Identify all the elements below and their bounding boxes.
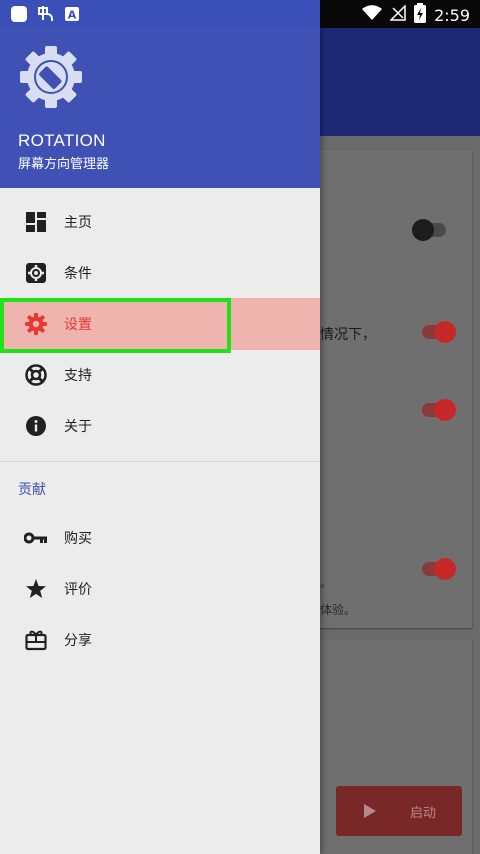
background-switch-on-3 <box>422 558 456 580</box>
gift-share-icon <box>24 628 48 652</box>
background-text-experience: 体验。 <box>320 603 357 617</box>
lifebuoy-icon <box>24 363 48 387</box>
nav-item-label: 设置 <box>64 317 92 333</box>
info-icon <box>24 414 48 438</box>
wifi-icon <box>362 5 383 25</box>
background-text-condition: 情况下， <box>320 327 376 343</box>
navigation-drawer: ROTATION 屏幕方向管理器 主页 条件 设置 支持 关于 贡献 购买 评价… <box>0 0 320 854</box>
background-start-button: 启动 <box>336 786 462 836</box>
nav-item-settings[interactable]: 设置 <box>0 298 320 350</box>
svg-text:A: A <box>68 9 77 22</box>
nav-item-about[interactable]: 关于 <box>0 400 320 452</box>
background-switch-on-2 <box>422 399 456 421</box>
nav-item-buy[interactable]: 购买 <box>0 512 320 564</box>
app-square-icon <box>10 5 28 27</box>
nav-item-label: 主页 <box>64 215 92 231</box>
dashboard-icon <box>24 210 48 234</box>
nav-item-label: 购买 <box>64 531 92 547</box>
section-title-contribute: 贡献 <box>18 482 46 498</box>
rotation-logo-icon <box>18 44 84 110</box>
background-settings-card <box>320 150 472 628</box>
background-app-bar <box>320 28 480 136</box>
app-subtitle: 屏幕方向管理器 <box>18 157 110 172</box>
start-button-label: 启动 <box>410 805 437 821</box>
nav-item-rate[interactable]: 评价 <box>0 563 320 615</box>
status-time: 2:59 <box>434 5 470 25</box>
drawer-divider <box>0 461 320 462</box>
nav-item-home[interactable]: 主页 <box>0 196 320 248</box>
bug-notification-icon <box>36 4 56 28</box>
background-text-period: 。 <box>320 576 333 590</box>
app-title: ROTATION <box>18 131 106 150</box>
nav-item-label: 条件 <box>64 266 92 282</box>
conditions-gear-icon <box>24 261 48 285</box>
background-switch-on-1 <box>422 321 456 343</box>
key-icon <box>24 526 48 550</box>
nav-item-share[interactable]: 分享 <box>0 614 320 666</box>
nav-item-support[interactable]: 支持 <box>0 349 320 401</box>
battery-charging-icon <box>414 3 427 27</box>
nav-item-label: 分享 <box>64 633 92 649</box>
nav-item-label: 支持 <box>64 368 92 384</box>
nav-item-label: 评价 <box>64 582 92 598</box>
nav-item-label: 关于 <box>64 419 92 435</box>
no-signal-icon <box>389 4 406 25</box>
settings-gear-icon <box>24 312 48 336</box>
nav-item-conditions[interactable]: 条件 <box>0 247 320 299</box>
star-icon <box>24 577 48 601</box>
play-icon <box>364 804 376 818</box>
a-notification-icon: A <box>64 6 80 26</box>
status-bar: A 2:59 <box>0 0 480 28</box>
background-switch-off <box>412 219 446 241</box>
